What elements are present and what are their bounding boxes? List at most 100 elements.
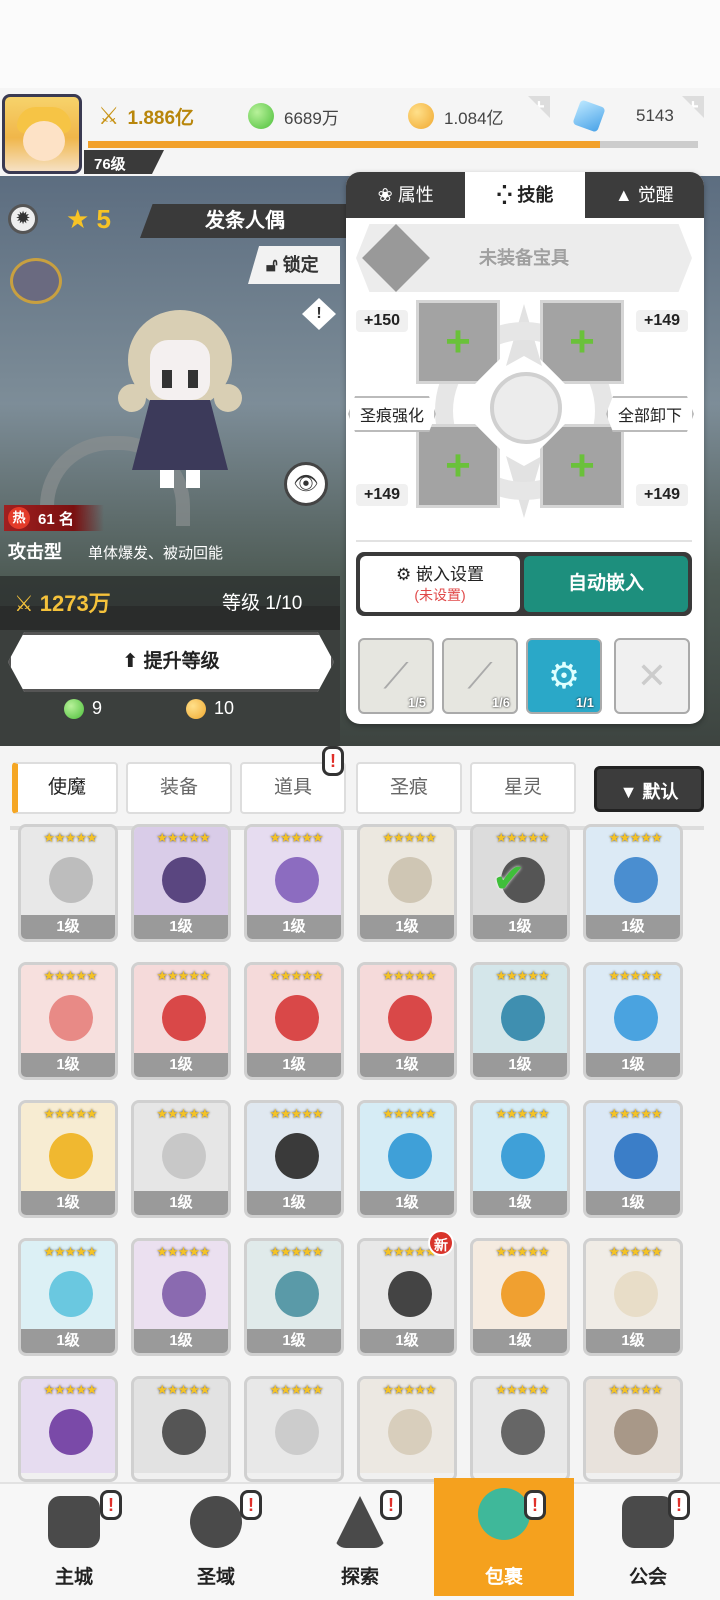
tab-star-spirits[interactable]: 星灵 <box>470 762 576 814</box>
tab-awaken[interactable]: ▲ 觉醒 <box>584 172 704 218</box>
hero-stars: ★ 5 <box>66 204 112 234</box>
view-model-eye-icon[interactable]: 👁︎ <box>284 462 328 506</box>
rarity-stars: ★★★★★ <box>156 1106 210 1121</box>
familiar-card[interactable]: ★★★★★ 1级 <box>470 1238 570 1356</box>
embed-setting-status: (未设置) <box>414 587 466 603</box>
familiar-card[interactable]: ★★★★★ 1级 <box>583 1100 683 1218</box>
familiar-level: 1级 <box>134 1053 228 1077</box>
player-level: 76级 <box>84 150 164 174</box>
familiar-card[interactable]: ★★★★★ <box>583 1376 683 1482</box>
familiar-card[interactable]: ★★★★★ 1级 <box>357 1100 457 1218</box>
skill-slot-3[interactable]: ⚙ 1/1 <box>526 638 602 714</box>
fire-icon: 热 <box>8 507 30 529</box>
familiar-card[interactable]: ★★★★★ 1级 <box>244 1238 344 1356</box>
upgrade-level-button[interactable]: ⬆ 提升等级 <box>8 632 334 692</box>
tab-equipment[interactable]: 装备 <box>126 762 232 814</box>
attributes-icon: ❀ <box>377 185 398 205</box>
familiar-card[interactable]: ★★★★★ 1级 <box>583 824 683 942</box>
familiar-portrait <box>388 857 432 903</box>
rarity-stars: ★★★★★ <box>608 830 662 845</box>
nav-main-city[interactable]: 主城 <box>4 1486 144 1596</box>
familiar-card[interactable]: ★★★★★ <box>357 1376 457 1482</box>
sort-dropdown[interactable]: ▼ 默认 <box>594 766 704 812</box>
blue-gem-icon <box>572 99 606 133</box>
stigma-slot-bottom-left[interactable]: + <box>416 424 500 508</box>
familiar-card[interactable]: ★★★★★ 1级 <box>131 962 231 1080</box>
rarity-stars: ★★★★★ <box>43 830 97 845</box>
unequip-all-button[interactable]: 全部卸下 <box>606 396 695 432</box>
tab-skills[interactable]: ⁛ 技能 <box>465 172 585 218</box>
gold-coin-icon <box>186 698 206 719</box>
familiar-card[interactable]: ★★★★★ 1级 <box>470 962 570 1080</box>
familiar-card[interactable]: ★★★★★ 1级 <box>244 962 344 1080</box>
familiar-card[interactable]: ★★★★★ <box>18 1376 118 1482</box>
lock-button[interactable]: 🔓︎ 锁定 <box>248 246 340 284</box>
skill-slot-2[interactable]: ⟋ 1/6 <box>442 638 518 714</box>
green-cost: 9 <box>64 698 102 719</box>
familiar-card[interactable]: ★★★★★ 1级 <box>18 1100 118 1218</box>
familiar-card[interactable]: ★★★★★ <box>244 1376 344 1482</box>
familiar-card[interactable]: ★★★★★ 1级 <box>583 962 683 1080</box>
rarity-stars: ★★★★★ <box>608 1244 662 1259</box>
nav-guild[interactable]: 公会 <box>578 1486 718 1596</box>
skill-slot-1[interactable]: ⟋ 1/5 <box>358 638 434 714</box>
hero-type: 攻击型 <box>8 542 62 562</box>
familiar-card[interactable]: ★★★★★ 1级 <box>357 962 457 1080</box>
familiar-card[interactable]: ★★★★★ <box>131 1376 231 1482</box>
gold-cost: 10 <box>186 698 234 719</box>
familiar-card[interactable]: ★★★★★ 1级 <box>583 1238 683 1356</box>
auto-embed-button[interactable]: 自动嵌入 <box>524 556 688 612</box>
familiar-level: 1级 <box>360 1191 454 1215</box>
nav-explore[interactable]: 探索 <box>290 1486 430 1596</box>
skill-count-3: 1/1 <box>575 695 594 710</box>
familiar-card[interactable]: ★★★★★ 1级 <box>18 824 118 942</box>
familiar-card[interactable]: ★★★★★ 1级 <box>18 962 118 1080</box>
familiar-level: 1级 <box>247 1191 341 1215</box>
locked-skin-icon[interactable] <box>10 258 62 304</box>
stigma-slot-top-left[interactable]: + <box>416 300 500 384</box>
gold-coin-icon <box>408 103 434 129</box>
familiar-portrait <box>49 857 93 903</box>
treasure-slot[interactable]: 未装备宝具 <box>356 224 692 292</box>
familiar-portrait <box>614 995 658 1041</box>
gold-currency-value: 1.084亿 <box>444 108 504 128</box>
power-display: ⚔ 1.886亿 <box>98 100 194 132</box>
nav-sanctuary[interactable]: 圣域 <box>146 1486 286 1596</box>
familiar-card[interactable]: ★★★★★ 1级 <box>470 1100 570 1218</box>
familiar-card[interactable]: ★★★★★ 1级 <box>357 824 457 942</box>
familiar-level: 1级 <box>21 1329 115 1353</box>
familiar-portrait <box>275 1271 319 1317</box>
bonus-top-right: +149 <box>636 310 689 332</box>
embed-settings-button[interactable]: ⚙ 嵌入设置 (未设置) <box>360 556 520 612</box>
familiar-card[interactable]: ★★★★★ <box>470 1376 570 1482</box>
familiar-level: 1级 <box>586 915 680 939</box>
embed-setting-label: 嵌入设置 <box>415 565 484 584</box>
familiar-card[interactable]: ★★★★★ 1级 <box>18 1238 118 1356</box>
stigma-strengthen-button[interactable]: 圣痕强化 <box>348 396 437 432</box>
familiar-card[interactable]: ★★★★★ 1级 <box>244 1100 344 1218</box>
familiar-card[interactable]: ★★★★★ 1级 <box>131 1100 231 1218</box>
bonus-top-left: +150 <box>356 310 409 332</box>
panel-tabs: ❀ 属性 ⁛ 技能 ▲ 觉醒 <box>346 172 704 218</box>
tab-stigmata[interactable]: 圣痕 <box>356 762 462 814</box>
player-avatar[interactable] <box>2 94 82 174</box>
familiar-portrait <box>162 857 206 903</box>
familiar-portrait <box>49 1133 93 1179</box>
rarity-stars: ★★★★★ <box>269 1382 323 1397</box>
familiar-portrait <box>614 1133 658 1179</box>
familiar-portrait <box>49 995 93 1041</box>
familiar-level: 1级 <box>21 1191 115 1215</box>
familiar-card[interactable]: ★★★★★ 1级 <box>131 824 231 942</box>
tab-familiars[interactable]: 使魔 <box>12 762 118 814</box>
tab-attributes[interactable]: ❀ 属性 <box>346 172 466 218</box>
nav-inventory[interactable]: 包裹 <box>434 1478 574 1596</box>
settings-gear-icon[interactable]: ✹ <box>8 204 38 234</box>
familiar-card[interactable]: ★★★★★ 1级 <box>131 1238 231 1356</box>
familiar-level: 1级 <box>360 1329 454 1353</box>
hero-power-value: 1273万 <box>39 591 111 616</box>
familiar-card[interactable]: ★★★★★ 1级 <box>244 824 344 942</box>
familiar-level: 1级 <box>473 1329 567 1353</box>
rarity-stars: ★★★★★ <box>382 830 436 845</box>
alert-badge-icon: ! <box>524 1490 546 1520</box>
rarity-stars: ★★★★★ <box>608 968 662 983</box>
